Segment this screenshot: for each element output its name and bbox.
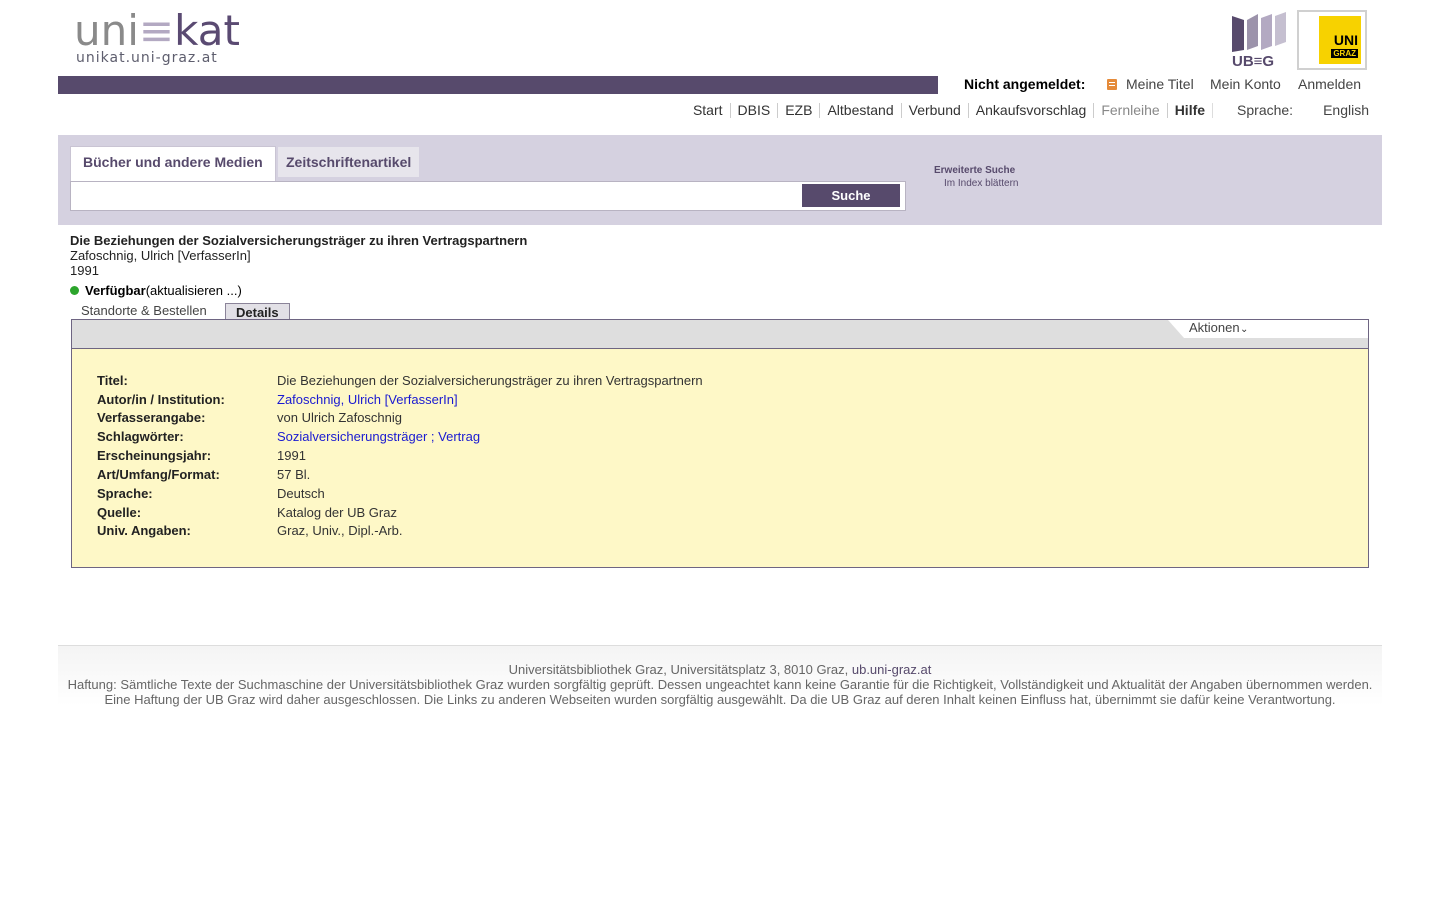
language-english-link[interactable]: English [1316,102,1370,118]
uni-graz-mark: UNI GRAZ [1319,16,1361,64]
detail-label: Art/Umfang/Format: [97,467,220,482]
refresh-availability-link[interactable]: (aktualisieren ...) [146,283,242,298]
nav-altbestand[interactable]: Altbestand [820,102,902,118]
logo-e: ≡ [138,6,175,55]
action-bar: Aktionen ⌄ [71,319,1369,349]
tab-locations-order[interactable]: Standorte & Bestellen [81,303,207,318]
availability-status: Verfügbar(aktualisieren ...) [70,283,242,298]
nav-start[interactable]: Start [686,102,731,118]
main-nav: Start DBIS EZB Altbestand Verbund Ankauf… [686,102,1370,118]
detail-value: Graz, Univ., Dipl.-Arb. [277,523,403,538]
language-label: Sprache: [1237,102,1294,118]
nav-ankaufsvorschlag[interactable]: Ankaufsvorschlag [969,102,1095,118]
tab-details[interactable]: Details [225,303,290,320]
nav-fernleihe[interactable]: Fernleihe [1094,102,1168,118]
unikat-logo[interactable]: uni≡kat unikat.uni-graz.at [74,8,244,70]
detail-label: Verfasserangabe: [97,410,206,425]
detail-label: Sprache: [97,486,153,501]
details-panel: Titel: Die Beziehungen der Sozialversich… [71,348,1369,568]
header-bar [58,76,938,94]
footer-disclaimer-1: Haftung: Sämtliche Texte der Suchmaschin… [67,677,1373,692]
anmelden-link[interactable]: Anmelden [1298,76,1361,92]
availability-label: Verfügbar [85,283,146,298]
record-author: Zafoschnig, Ulrich [VerfasserIn] [70,248,251,263]
detail-label: Autor/in / Institution: [97,392,225,407]
footer-address: Universitätsbibliothek Graz, Universität… [58,662,1382,677]
login-status: Nicht angemeldet: [964,76,1086,92]
advanced-search-link[interactable]: Erweiterte Suche [934,165,1015,176]
uni-logo-text: UNI [1333,32,1358,48]
subject-link[interactable]: Sozialversicherungsträger [277,429,427,444]
actions-dropdown[interactable]: Aktionen ⌄ [1168,320,1368,338]
footer-address-text: Universitätsbibliothek Graz, Universität… [508,662,849,677]
subject-separator: ; [427,429,439,444]
meine-titel-link[interactable]: Meine Titel [1126,76,1194,92]
detail-label: Univ. Angaben: [97,523,191,538]
footer-website-link[interactable]: ub.uni-graz.at [852,662,932,677]
nav-verbund[interactable]: Verbund [902,102,969,118]
subject-link[interactable]: Vertrag [438,429,480,444]
browse-index-link[interactable]: Im Index blättern [944,178,1018,189]
logo-uni: uni [74,6,139,55]
record-title: Die Beziehungen der Sozialversicherungst… [70,233,528,248]
tab-books-media[interactable]: Bücher und andere Medien [70,146,276,183]
detail-value: Die Beziehungen der Sozialversicherungst… [277,373,703,388]
actions-label: Aktionen [1189,320,1240,335]
uni-graz-logo[interactable]: UNI GRAZ [1297,10,1367,70]
search-input[interactable] [70,181,906,211]
tab-journal-articles[interactable]: Zeitschriftenartikel [278,147,420,177]
status-dot-icon [70,286,79,295]
detail-value: 57 Bl. [277,467,311,482]
chevron-down-icon: ⌄ [1240,324,1249,335]
detail-label: Erscheinungsjahr: [97,448,212,463]
detail-label: Schlagwörter: [97,429,184,444]
detail-value: 1991 [277,448,306,463]
list-icon [1107,79,1117,90]
nav-hilfe[interactable]: Hilfe [1168,102,1214,118]
search-panel: Bücher und andere Medien Zeitschriftenar… [58,135,1382,225]
detail-label: Quelle: [97,505,142,520]
record-year: 1991 [70,263,99,278]
detail-value: Deutsch [277,486,325,501]
nav-ezb[interactable]: EZB [778,102,821,118]
ub-logo-text: UB≡G [1232,53,1274,68]
detail-label: Titel: [97,373,128,388]
detail-value: von Ulrich Zafoschnig [277,410,402,425]
ub-graz-logo[interactable]: UB≡G [1230,12,1288,70]
mein-konto-link[interactable]: Mein Konto [1210,76,1281,92]
footer: Universitätsbibliothek Graz, Universität… [58,645,1382,707]
detail-value: Katalog der UB Graz [277,505,397,520]
nav-dbis[interactable]: DBIS [731,102,779,118]
footer-disclaimer-2: Eine Haftung der UB Graz wird daher ausg… [104,692,1336,707]
ub-books-icon: UB≡G [1232,12,1286,70]
search-button[interactable]: Suche [802,184,900,207]
logo-kat: kat [174,6,240,55]
author-link[interactable]: Zafoschnig, Ulrich [VerfasserIn] [277,392,458,407]
logo-wordmark: uni≡kat [74,8,244,54]
graz-logo-text: GRAZ [1331,49,1358,58]
